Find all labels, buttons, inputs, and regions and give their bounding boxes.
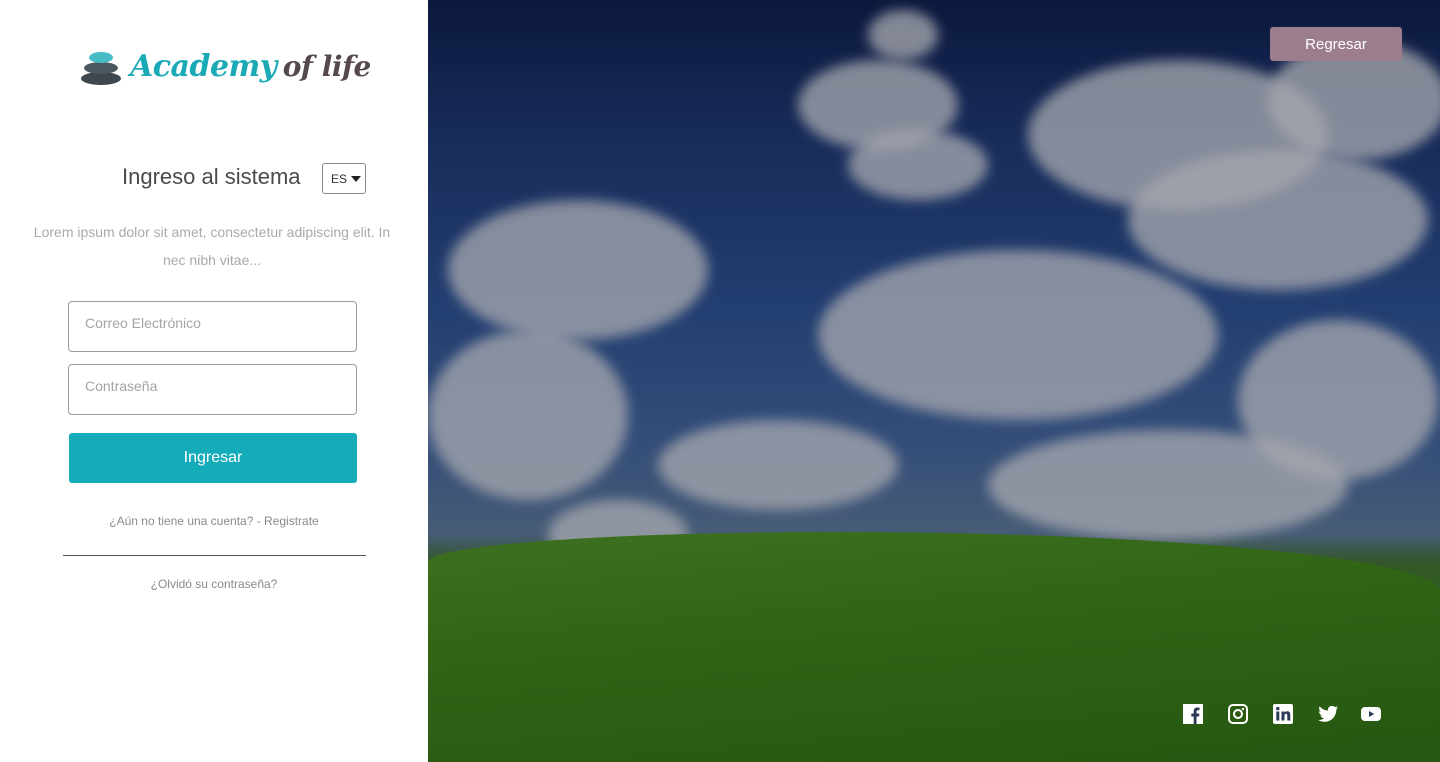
divider xyxy=(63,555,366,556)
language-value: ES xyxy=(331,171,348,186)
intro-text: Lorem ipsum dolor sit amet, consectetur … xyxy=(33,224,391,268)
forgot-password-link[interactable]: ¿Olvidó su contraseña? xyxy=(0,577,428,591)
brand-name-part1: Academy xyxy=(130,48,277,84)
register-link[interactable]: ¿Aún no tiene una cuenta? - Registrate xyxy=(0,514,428,528)
twitter-icon[interactable] xyxy=(1318,704,1338,724)
login-panel: Academy of life Ingreso al sistema ES Lo… xyxy=(0,0,428,762)
caret-down-icon xyxy=(351,175,362,182)
hero-image xyxy=(428,0,1440,762)
youtube-icon[interactable] xyxy=(1361,704,1381,724)
brand-name-part2: of life xyxy=(282,49,372,83)
language-select[interactable]: ES xyxy=(322,163,366,194)
facebook-icon[interactable] xyxy=(1183,704,1203,724)
stones-icon xyxy=(80,46,124,86)
back-button[interactable]: Regresar xyxy=(1270,27,1402,61)
login-button[interactable]: Ingresar xyxy=(69,433,357,483)
brand-logo[interactable]: Academy of life xyxy=(80,44,371,88)
email-field[interactable] xyxy=(68,301,357,352)
linkedin-icon[interactable] xyxy=(1273,704,1293,724)
instagram-icon[interactable] xyxy=(1228,704,1248,724)
password-field[interactable] xyxy=(68,364,357,415)
page-title: Ingreso al sistema xyxy=(122,164,301,189)
